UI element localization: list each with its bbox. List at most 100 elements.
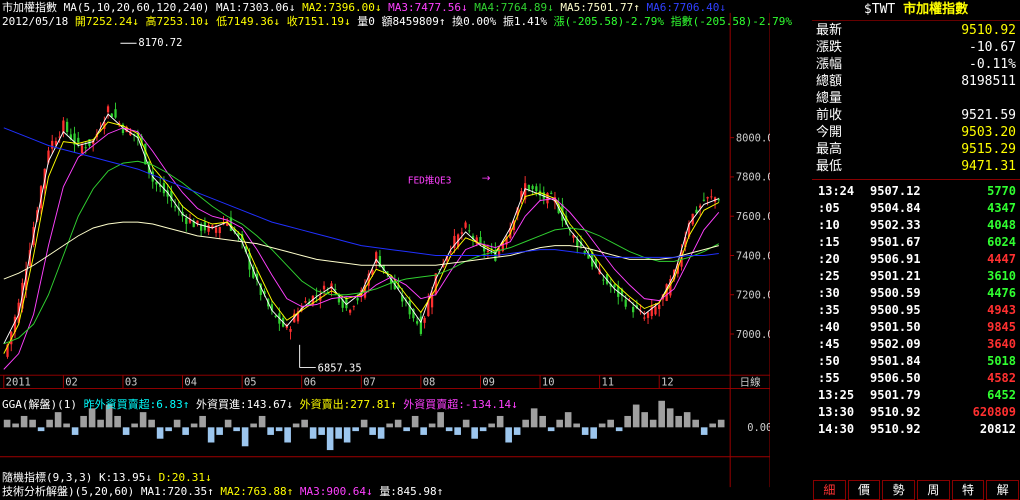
ohlc-row: 2012/05/18 開7252.24↓ 高7253.10↓ 低7149.36↓… bbox=[2, 15, 792, 28]
candle-body bbox=[710, 196, 713, 198]
bar bbox=[301, 419, 308, 428]
tab-4[interactable]: 特 bbox=[951, 480, 985, 500]
quote-row: 總量 bbox=[812, 90, 1020, 107]
bar bbox=[709, 423, 716, 428]
tick-row: :40 9501.50 9845 bbox=[812, 319, 1020, 336]
x-tick-label: 05 bbox=[244, 377, 257, 389]
ta-title: 技術分析解盤)(5,20,60) bbox=[2, 485, 135, 498]
quote-panel-title: $TWT 市加權指數 bbox=[812, 0, 1020, 21]
panel-tabs: 細價勢周特解 bbox=[812, 480, 1020, 500]
candle-body bbox=[416, 321, 419, 324]
tab-0[interactable]: 細 bbox=[813, 480, 846, 500]
quote-value: 9471.31 bbox=[961, 159, 1016, 174]
bar bbox=[54, 412, 62, 428]
candle-body bbox=[632, 306, 635, 313]
bar bbox=[530, 408, 538, 428]
tick-volume: 5770 bbox=[987, 184, 1016, 198]
tick-volume: 4447 bbox=[987, 252, 1016, 266]
bar bbox=[165, 427, 172, 432]
candle-body bbox=[322, 285, 326, 290]
quote-value: -10.67 bbox=[969, 40, 1016, 55]
tick-volume: 4048 bbox=[987, 218, 1016, 232]
x-tick-label: 11 bbox=[602, 377, 615, 389]
tab-5[interactable]: 解 bbox=[986, 480, 1020, 500]
quote-panel: $TWT 市加權指數 最新 9510.92 漲跌 -10.67 漲幅 -0.11% 總額 81… bbox=[812, 0, 1020, 500]
kd-legend-row: 隨機指標(9,3,3) K:13.95↓ D:20.31↓ bbox=[2, 471, 212, 484]
x-tick-label: 07 bbox=[363, 377, 376, 389]
bar bbox=[445, 427, 453, 432]
bar bbox=[250, 423, 257, 428]
tick-time: 13:25 bbox=[818, 388, 855, 402]
candle-body bbox=[699, 205, 702, 208]
tick-price: 9500.95 bbox=[870, 303, 921, 317]
bar bbox=[343, 427, 351, 443]
bar bbox=[20, 415, 28, 428]
candle-body bbox=[423, 317, 426, 323]
quote-label: 最新 bbox=[816, 23, 843, 38]
candle-body bbox=[304, 301, 307, 303]
tick-price: 9510.92 bbox=[870, 422, 921, 436]
tick-time: :50 bbox=[818, 354, 840, 368]
bar bbox=[683, 412, 691, 428]
tick-time: 14:30 bbox=[818, 422, 855, 436]
ma-line-ma2 bbox=[3, 121, 720, 354]
x-tick-label: 10 bbox=[542, 377, 555, 389]
tick-time: 13:30 bbox=[818, 405, 855, 419]
bar bbox=[275, 427, 283, 432]
y-tick-label: 7000.0 bbox=[736, 329, 770, 341]
tick-row: :45 9502.09 3640 bbox=[812, 336, 1020, 353]
gga-prev-net: 昨外資買賣超:6.83↑ bbox=[83, 398, 190, 411]
bar bbox=[335, 427, 342, 439]
quote-value: 9521.59 bbox=[961, 108, 1016, 123]
tick-time: :40 bbox=[818, 320, 840, 334]
tick-time: :35 bbox=[818, 303, 840, 317]
x-tick-label: 06 bbox=[304, 377, 317, 389]
bar bbox=[369, 427, 376, 435]
close-value: 收7151.19↓ bbox=[286, 15, 351, 28]
quote-value: 8198511 bbox=[961, 74, 1016, 89]
tab-1[interactable]: 價 bbox=[847, 480, 881, 500]
bar bbox=[233, 427, 240, 432]
tick-volume: 20812 bbox=[979, 422, 1016, 436]
tab-2[interactable]: 勢 bbox=[882, 480, 916, 500]
tick-volume: 3640 bbox=[987, 337, 1016, 351]
symbol-code: $TWT bbox=[863, 2, 896, 17]
bar bbox=[505, 427, 512, 443]
index-name: 市加權指數 bbox=[2, 1, 57, 14]
chart-area[interactable]: 8000.0 7800.0 7600.0 7400.0 7200.0 7000.0 201… bbox=[0, 0, 770, 500]
change-value: 漲(-205.58)-2.79% bbox=[553, 15, 664, 28]
tick-time: :45 bbox=[818, 337, 840, 351]
bar bbox=[360, 419, 368, 428]
candle-body bbox=[51, 140, 54, 149]
quote-row: 最新 9510.92 bbox=[812, 22, 1020, 39]
bar bbox=[479, 427, 487, 432]
candle-body bbox=[185, 217, 188, 224]
bar bbox=[148, 419, 155, 428]
tab-3[interactable]: 周 bbox=[917, 480, 950, 500]
tick-price: 9506.91 bbox=[870, 252, 921, 266]
candlestick-series bbox=[6, 102, 720, 359]
max-price-label: 8170.72 bbox=[138, 37, 182, 49]
bar bbox=[182, 427, 189, 435]
tick-volume: 6024 bbox=[987, 235, 1016, 249]
bar bbox=[641, 412, 648, 428]
quote-label: 總額 bbox=[816, 74, 843, 89]
quote-value: 9510.92 bbox=[961, 23, 1016, 38]
bar bbox=[496, 415, 504, 428]
tick-volume: 4582 bbox=[987, 371, 1016, 385]
quote-list: 最新 9510.92 漲跌 -10.67 漲幅 -0.11% 總額 8198511 總量 前收 95… bbox=[812, 21, 1020, 175]
tick-time: :20 bbox=[818, 252, 840, 266]
ta-legend-row: 技術分析解盤)(5,20,60) MA1:720.35↑ MA2:763.88↑… bbox=[2, 485, 443, 498]
high-value: 高7253.10↓ bbox=[145, 15, 210, 28]
bar bbox=[12, 423, 19, 428]
bar bbox=[428, 423, 436, 428]
tick-price: 9501.79 bbox=[870, 388, 921, 402]
bar bbox=[513, 427, 521, 435]
volume-value: 量0 bbox=[357, 15, 375, 28]
quote-label: 前收 bbox=[816, 108, 843, 123]
tick-row: :05 9504.84 4347 bbox=[812, 200, 1020, 217]
tick-volume: 5018 bbox=[987, 354, 1016, 368]
tick-volume: 6452 bbox=[987, 388, 1016, 402]
y-axis: 8000.0 7800.0 7600.0 7400.0 7200.0 7000.0 bbox=[730, 132, 770, 341]
quote-label: 漲跌 bbox=[816, 40, 843, 55]
